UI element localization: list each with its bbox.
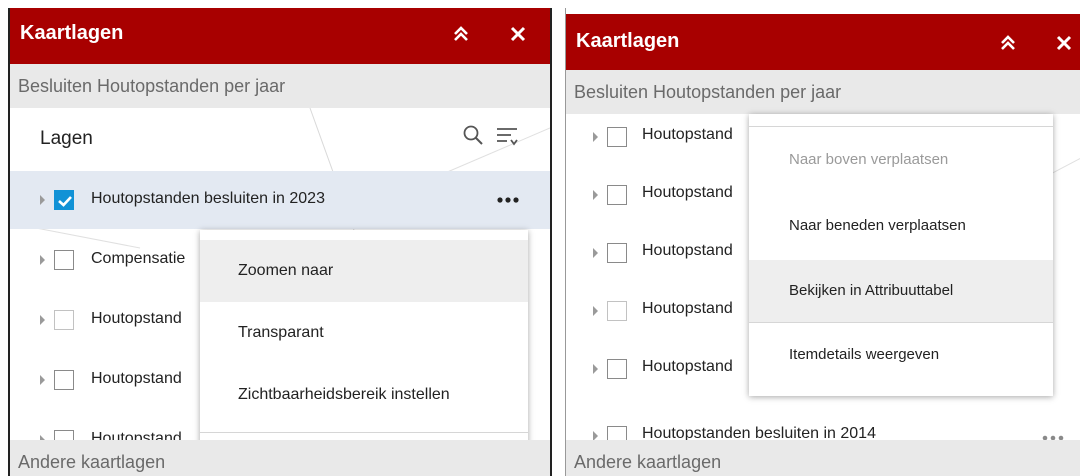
filter-icon[interactable] — [495, 125, 519, 147]
layer-checkbox[interactable] — [54, 190, 74, 210]
layer-label: Houtopstand — [642, 242, 733, 259]
layer-label: Houtopstand — [642, 126, 733, 143]
layer-label: Houtopstand — [91, 370, 182, 387]
layer-list-panel-right: Kaartlagen Besluiten Houtopstanden per j… — [565, 8, 1080, 476]
close-icon[interactable] — [507, 23, 529, 45]
layer-checkbox[interactable] — [607, 301, 627, 321]
menu-divider — [200, 432, 528, 433]
layer-group-title[interactable]: Besluiten Houtopstanden per jaar — [566, 70, 1080, 114]
menu-item-move-down[interactable]: Naar beneden verplaatsen — [749, 193, 1053, 259]
search-icon[interactable] — [462, 124, 484, 146]
panel-header: Kaartlagen — [566, 14, 1080, 70]
layer-row[interactable]: Houtopstanden besluiten in 2023 — [10, 171, 550, 229]
menu-divider — [749, 322, 1053, 323]
close-icon[interactable] — [1053, 32, 1075, 54]
section-label-lagen: Lagen — [40, 128, 93, 149]
menu-item-transparency[interactable]: Transparant — [200, 302, 528, 364]
layer-label: Houtopstand — [642, 300, 733, 317]
layer-label: Houtopstanden besluiten in 2023 — [91, 190, 325, 207]
layer-label: Compensatie — [91, 250, 186, 267]
expand-arrow-icon[interactable] — [40, 315, 45, 325]
layer-checkbox[interactable] — [607, 127, 627, 147]
other-layers-bar[interactable]: Andere kaartlagen — [10, 440, 550, 476]
checkmark-icon — [58, 196, 72, 207]
layer-checkbox[interactable] — [607, 359, 627, 379]
expand-arrow-icon[interactable] — [593, 190, 598, 200]
layer-checkbox[interactable] — [54, 370, 74, 390]
layer-context-menu: Naar boven verplaatsen Naar beneden verp… — [749, 114, 1053, 396]
expand-arrow-icon[interactable] — [593, 364, 598, 374]
layer-label: Houtopstand — [91, 310, 182, 327]
panel-header: Kaartlagen — [10, 8, 550, 64]
layer-checkbox[interactable] — [54, 310, 74, 330]
layer-checkbox[interactable] — [607, 185, 627, 205]
expand-arrow-icon[interactable] — [40, 375, 45, 385]
menu-item-visibility-range[interactable]: Zichtbaarheidsbereik instellen — [200, 364, 528, 426]
layer-checkbox[interactable] — [54, 250, 74, 270]
double-chevron-up-icon[interactable] — [997, 32, 1019, 54]
layer-checkbox[interactable] — [607, 243, 627, 263]
layer-list-panel-left: Kaartlagen Besluiten Houtopstanden per j… — [8, 8, 552, 476]
layer-label: Houtopstand — [642, 184, 733, 201]
expand-arrow-icon[interactable] — [593, 248, 598, 258]
expand-arrow-icon[interactable] — [593, 132, 598, 142]
menu-item-zoom-to[interactable]: Zoomen naar — [200, 240, 528, 302]
panel-title: Kaartlagen — [20, 22, 124, 44]
menu-item-attribute-table[interactable]: Bekijken in Attribuuttabel — [749, 260, 1053, 322]
other-layers-bar[interactable]: Andere kaartlagen — [566, 440, 1080, 476]
menu-item-item-details[interactable]: Itemdetails weergeven — [749, 324, 1053, 386]
more-options-icon[interactable] — [496, 195, 522, 205]
panel-title: Kaartlagen — [576, 30, 680, 52]
double-chevron-up-icon[interactable] — [450, 23, 472, 45]
expand-arrow-icon[interactable] — [593, 306, 598, 316]
layer-label: Houtopstand — [642, 358, 733, 375]
layer-group-title[interactable]: Besluiten Houtopstanden per jaar — [10, 64, 550, 108]
menu-item-move-up[interactable]: Naar boven verplaatsen — [749, 127, 1053, 193]
expand-arrow-icon[interactable] — [40, 255, 45, 265]
expand-arrow-icon[interactable] — [40, 195, 45, 205]
